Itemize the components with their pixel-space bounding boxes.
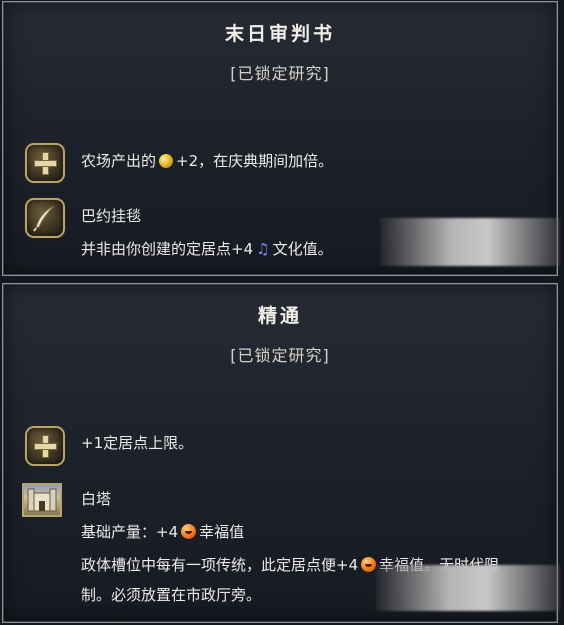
blurred-watermark (380, 218, 560, 266)
quill-icon (25, 198, 65, 238)
music-note-icon: ♫ (256, 239, 270, 258)
effect-line: 农场产出的 +2，在庆典期间加倍。 (81, 152, 334, 170)
building-name: 白塔 (81, 490, 112, 508)
blurred-watermark (376, 565, 560, 611)
plus-icon (25, 143, 65, 183)
building-name: 巴约挂毯 (81, 207, 142, 225)
locked-research-label: [已锁定研究] (230, 346, 330, 365)
panel-title: 精通 (257, 305, 302, 327)
happy-face-icon (361, 557, 377, 572)
building-effect: 并非由你创建的定居点+4 ♫ 文化值。 (81, 239, 333, 259)
panel-title: 末日审判书 (224, 23, 335, 45)
gold-coin-icon (159, 153, 174, 168)
happy-face-icon (181, 524, 197, 539)
effect-line: +1定居点上限。 (81, 434, 194, 452)
locked-research-label: [已锁定研究] (230, 64, 330, 83)
plus-icon (25, 426, 65, 466)
base-yield-line: 基础产量：+4 幸福值 (81, 523, 245, 541)
white-tower-icon (22, 483, 62, 517)
placement-rule-line: 制。必须放置在市政厅旁。 (81, 586, 262, 604)
